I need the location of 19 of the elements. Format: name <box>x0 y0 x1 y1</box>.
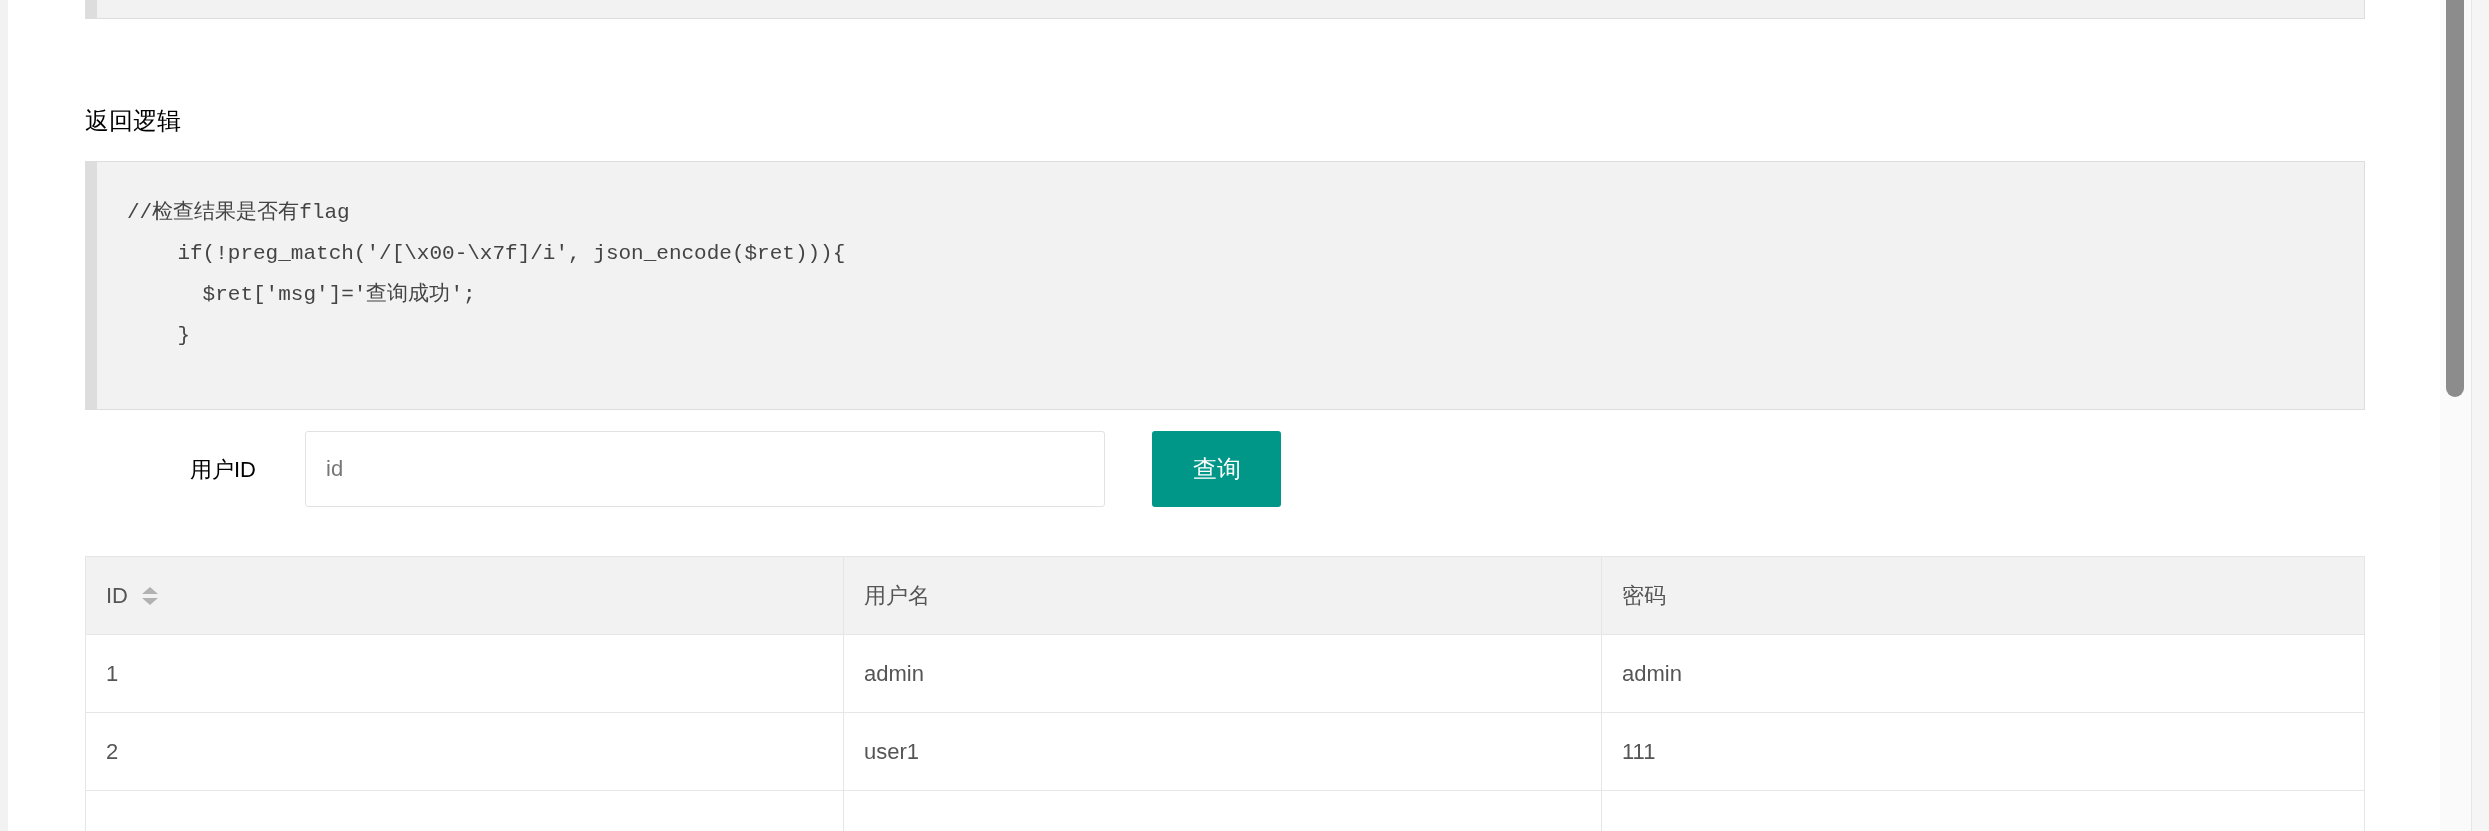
code-line: $ret['msg']='查询成功'; <box>201 281 476 308</box>
code-line: if(!preg_match('/[\x00-\x7f]/i', json_encode($ret))){ <box>176 240 846 267</box>
code-line: //检查结果是否有flag <box>127 199 350 226</box>
table-cell-text: 111 <box>1622 738 1656 766</box>
header-label: 密码 <box>1622 582 1666 610</box>
table-cell-text: 2 <box>106 738 119 766</box>
code-line: } <box>176 322 190 349</box>
header-label: 用户名 <box>864 582 930 610</box>
table-cell-text: 1 <box>106 660 119 688</box>
query-button[interactable]: 查询 <box>1152 431 1281 508</box>
table-cell-text: admin <box>864 660 924 688</box>
header-label: ID <box>106 582 128 610</box>
field-label: 用户ID <box>190 455 257 484</box>
input-field[interactable]: id <box>305 431 1105 508</box>
table-cell-text: admin <box>1622 660 1682 688</box>
sort-icon[interactable] <box>142 586 158 605</box>
table-cell-text: user1 <box>864 738 920 766</box>
section-heading: 返回逻辑 <box>85 105 181 136</box>
scrollbar-thumb[interactable] <box>2446 0 2464 397</box>
